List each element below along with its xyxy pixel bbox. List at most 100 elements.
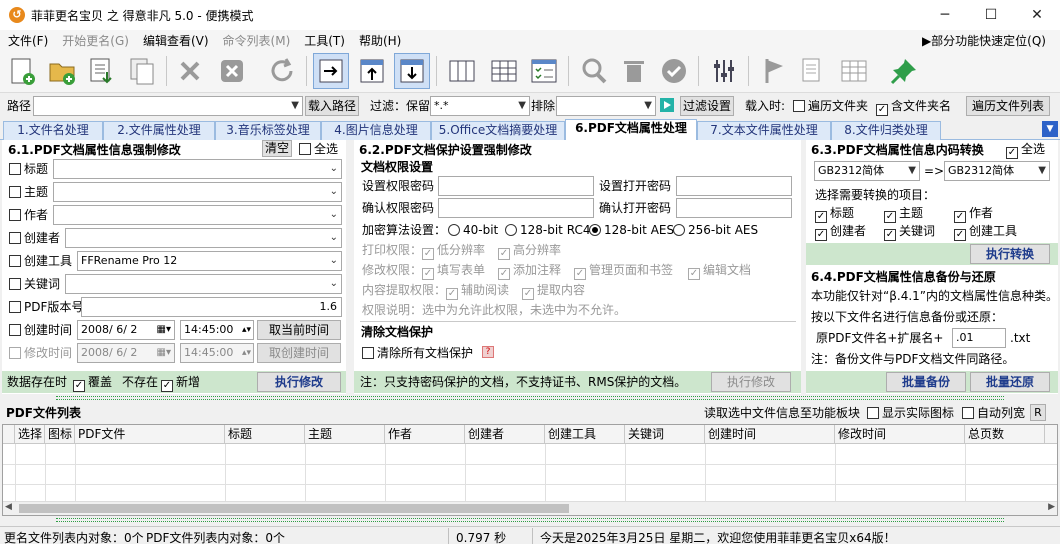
table-icon[interactable] [836,53,872,89]
source-encoding-combo[interactable]: GB2312简体 ▼ [814,161,920,181]
enc-128rc4-radio[interactable]: 128-bit RC4 [505,222,590,238]
menu-edit-view[interactable]: 编辑查看(V) [135,32,215,49]
author-checkbox[interactable]: 作者 [9,207,48,223]
new-file-icon[interactable] [4,53,40,89]
convert-select-all-checkbox[interactable]: 全选 [1006,141,1045,159]
include-folder-names-checkbox[interactable]: 含文件夹名 [876,98,951,116]
menu-help[interactable]: 帮助(H) [351,32,407,49]
grid-icon[interactable] [486,53,522,89]
check-icon[interactable] [656,53,692,89]
tab-pdf-attributes[interactable]: 6.PDF文档属性处理 [565,119,697,141]
manage-pages-checkbox[interactable]: 管理页面和书签 [574,262,673,280]
trash-icon[interactable] [616,53,652,89]
execute-convert-button[interactable]: 执行转换 [970,244,1050,264]
backup-ext-field[interactable]: .01 [952,328,1006,348]
horizontal-scrollbar[interactable]: ◀ ▶ [3,501,1057,515]
add-new-checkbox[interactable]: 新增 [161,374,200,392]
columns-icon[interactable] [444,53,480,89]
col-icon[interactable]: 图标 [45,425,75,444]
status-splitter[interactable] [56,518,1004,522]
clear-all-protection-checkbox[interactable]: 清除所有文档保护 [362,345,473,361]
col-producer[interactable]: 创建工具 [545,425,625,444]
col-modify-time[interactable]: 修改时间 [835,425,965,444]
minimize-button[interactable]: ─ [922,0,968,30]
export-right-icon[interactable] [313,53,349,89]
show-icon-checkbox[interactable]: 显示实际图标 [867,405,954,421]
checklist-icon[interactable] [526,53,562,89]
tab-filename[interactable]: 1.文件名处理 [3,121,103,140]
add-comment-checkbox[interactable]: 添加注释 [498,262,561,280]
menu-start-rename[interactable]: 开始更名(G) [54,32,135,49]
modify-time-spinner[interactable]: 14:45:00 ▴▾ [180,343,254,363]
tab-office-summary[interactable]: 5.Office文档摘要处理 [431,121,565,140]
pdf-version-checkbox[interactable]: PDF版本号 [9,299,83,315]
confirm-open-pwd-field[interactable] [676,198,792,218]
doc-grid-icon[interactable] [796,53,832,89]
menu-file[interactable]: 文件(F) [0,32,54,49]
pdf-version-field[interactable]: 1.6 [81,297,342,317]
maximize-button[interactable]: ☐ [968,0,1014,30]
flag-icon[interactable] [756,53,792,89]
creator-field[interactable]: ⌄ [65,228,342,248]
refresh-icon[interactable] [264,53,300,89]
modify-date-picker[interactable]: 2008/ 6/ 2 ▦▾ [77,343,175,363]
convert-creator-checkbox[interactable]: 创建者 [815,223,866,241]
sliders-icon[interactable] [706,53,742,89]
auto-width-checkbox[interactable]: 自动列宽 [962,405,1025,421]
subject-field[interactable]: ⌄ [53,182,342,202]
assist-read-checkbox[interactable]: 辅助阅读 [446,282,509,300]
menu-tools[interactable]: 工具(T) [296,32,351,49]
get-current-time-button[interactable]: 取当前时间 [257,320,341,340]
execute-modify-button[interactable]: 执行修改 [257,372,341,392]
batch-backup-button[interactable]: 批量备份 [886,372,966,392]
clear-icon[interactable] [214,53,250,89]
path-combo[interactable]: ▼ [33,96,303,116]
tab-music-tags[interactable]: 3.音乐标签处理 [215,121,321,140]
execute-protect-button[interactable]: 执行修改 [711,372,791,392]
col-create-time[interactable]: 创建时间 [705,425,835,444]
close-button[interactable]: ✕ [1014,0,1060,30]
load-path-button[interactable]: 载入路径 [305,96,359,116]
keywords-field[interactable]: ⌄ [65,274,342,294]
batch-restore-button[interactable]: 批量还原 [970,372,1050,392]
tab-file-attributes[interactable]: 2.文件属性处理 [103,121,215,140]
tab-menu-icon[interactable]: ▼ [1042,121,1058,137]
col-keywords[interactable]: 关键词 [625,425,705,444]
export-down-icon[interactable] [394,53,430,89]
col-title[interactable]: 标题 [225,425,305,444]
exclude-combo[interactable]: ▼ [556,96,656,116]
create-date-picker[interactable]: 2008/ 6/ 2 ▦▾ [77,320,175,340]
menu-command-list[interactable]: 命令列表(M) [215,32,297,49]
creator-checkbox[interactable]: 创建者 [9,230,60,246]
pdf-file-grid[interactable]: 选择 图标 PDF文件 标题 主题 作者 创建者 创建工具 关键词 创建时间 修… [2,424,1058,516]
col-creator[interactable]: 创建者 [465,425,545,444]
print-high-checkbox[interactable]: 高分辨率 [498,242,561,260]
create-time-checkbox[interactable]: 创建时间 [9,322,72,338]
create-time-spinner[interactable]: 14:45:00 ▴▾ [180,320,254,340]
edit-doc-checkbox[interactable]: 编辑文档 [688,262,751,280]
delete-icon[interactable] [172,53,208,89]
filter-settings-button[interactable]: 过滤设置 [680,96,734,116]
target-encoding-combo[interactable]: GB2312简体 ▼ [944,161,1050,181]
enc-40bit-radio[interactable]: 40-bit [448,222,498,238]
enc-256aes-radio[interactable]: 256-bit AES [673,222,758,238]
convert-author-checkbox[interactable]: 作者 [954,205,993,223]
producer-field[interactable]: FFRename Pro 12 ⌄ [77,251,342,271]
tab-text-attributes[interactable]: 7.文本文件属性处理 [697,121,831,140]
keywords-checkbox[interactable]: 关键词 [9,276,60,292]
col-author[interactable]: 作者 [385,425,465,444]
filter-combo[interactable]: *.* ▼ [430,96,530,116]
enc-128aes-radio[interactable]: 128-bit AES [589,222,674,238]
import-icon[interactable] [84,53,120,89]
read-info-link[interactable]: 读取选中文件信息至功能板块 [704,405,860,421]
open-folder-icon[interactable] [44,53,80,89]
overwrite-checkbox[interactable]: 覆盖 [73,374,112,392]
col-page-count[interactable]: 总页数 [965,425,1045,444]
extract-content-checkbox[interactable]: 提取内容 [522,282,585,300]
scroll-thumb[interactable] [19,504,569,513]
producer-checkbox[interactable]: 创建工具 [9,253,72,269]
title-checkbox[interactable]: 标题 [9,161,48,177]
quick-locate-menu[interactable]: ▶部分功能快速定位(Q) [922,32,1046,49]
title-field[interactable]: ⌄ [53,159,342,179]
confirm-perm-pwd-field[interactable] [438,198,594,218]
